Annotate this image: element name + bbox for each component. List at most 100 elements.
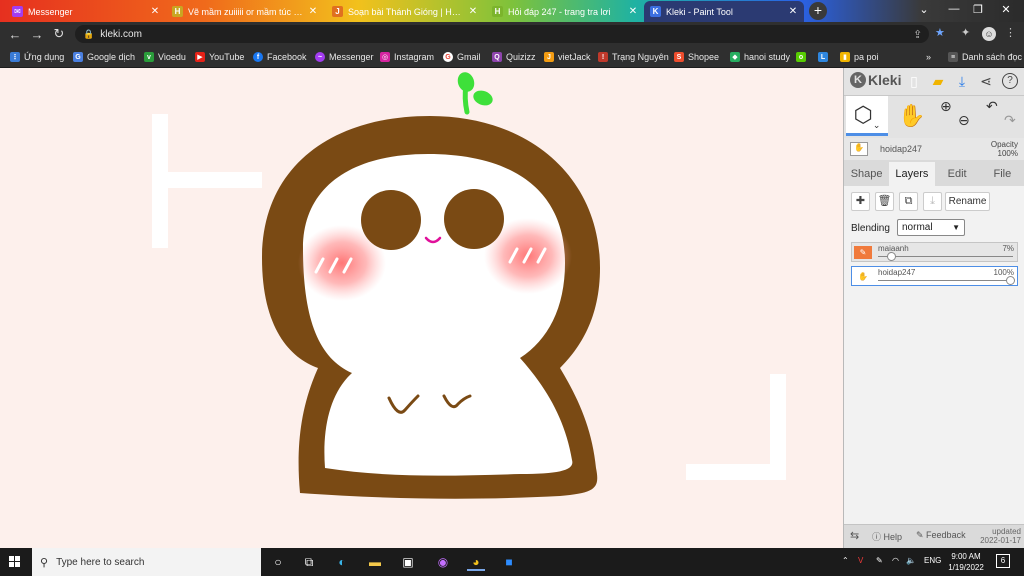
help-link[interactable]: ⓘ Help xyxy=(872,530,902,543)
bookmark-gmail[interactable]: G Gmail xyxy=(443,50,481,64)
redo-icon[interactable]: ↷ xyxy=(1004,112,1016,129)
bookmark-instagram[interactable]: ◎ Instagram xyxy=(380,50,434,64)
vioedu-icon: v xyxy=(144,52,154,62)
menu-icon[interactable]: ⋮ xyxy=(1005,26,1016,39)
taskbar-search-box[interactable]: ⚲ Type here to search xyxy=(32,548,261,576)
zoom-out-icon[interactable]: ⊖ xyxy=(958,112,970,129)
vivaldi-tray-icon[interactable]: V xyxy=(858,556,863,565)
kleki-logo[interactable]: K Kleki xyxy=(850,72,901,88)
chrome-taskbar-icon[interactable]: ◕ xyxy=(467,553,485,571)
bookmark-trang-nguyen[interactable]: ! Trạng Nguyên xyxy=(598,50,669,64)
close-icon[interactable]: ✕ xyxy=(308,6,318,17)
undo-icon[interactable]: ↶ xyxy=(986,98,998,115)
bookmark-pa-poi[interactable]: ▮ pa poi xyxy=(840,50,879,64)
profile-avatar[interactable]: ☺ xyxy=(982,27,996,41)
delete-layer-button[interactable]: 🗑 xyxy=(875,192,894,211)
chevron-down-icon[interactable]: ⌄ xyxy=(914,3,934,16)
back-icon[interactable]: ← xyxy=(4,27,26,42)
tab-soan-bai[interactable]: J Soạn bài Thánh Gióng | Hay nhất ✕ xyxy=(326,1,484,22)
bookmarks-bar: ⋮ Ứng dụng G Google dịch v Vioedu ▶ YouTube … xyxy=(0,46,1024,68)
bookmark-vioedu[interactable]: v Vioedu xyxy=(144,50,186,64)
bookmark-vietjack[interactable]: JvietJack xyxy=(544,50,591,64)
bookmark-duolingo[interactable]: o xyxy=(796,50,810,64)
merge-layer-button[interactable]: ⤓ xyxy=(923,192,942,211)
bookmark-messenger[interactable]: ~ Messenger xyxy=(315,50,374,64)
search-icon: ⚲ xyxy=(40,556,49,569)
lock-icon: 🔒 xyxy=(83,28,95,39)
layer-opacity-slider[interactable] xyxy=(886,252,896,261)
bookmark-hanoi-study[interactable]: ◆ hanoi study xyxy=(730,50,790,64)
download-icon[interactable]: ⤓ xyxy=(954,73,970,89)
tab-title: Hỏi đáp 247 - trang tra lơi xyxy=(508,6,611,17)
close-icon[interactable]: ✕ xyxy=(468,6,478,17)
close-icon[interactable]: ✕ xyxy=(150,6,160,17)
taskbar-clock[interactable]: 9:00 AM 1/19/2022 xyxy=(940,551,992,573)
volume-icon[interactable]: 🔈 xyxy=(906,556,916,565)
reading-list[interactable]: ≡ Danh sách đọc xyxy=(948,50,1022,64)
forward-icon[interactable]: → xyxy=(26,27,48,42)
gmail-icon: G xyxy=(443,52,453,62)
duplicate-layer-button[interactable]: ⧉ xyxy=(899,192,918,211)
restore-button[interactable]: ❐ xyxy=(968,3,988,16)
help-icon[interactable]: ? xyxy=(1002,73,1018,89)
file-explorer-icon[interactable]: ▬ xyxy=(366,553,384,571)
bookmark-facebook[interactable]: f Facebook xyxy=(253,50,307,64)
tab-file[interactable]: File xyxy=(980,162,1024,186)
swap-side-icon[interactable]: ⇆ xyxy=(850,529,859,542)
bookmark-youtube[interactable]: ▶ YouTube xyxy=(195,50,244,64)
bookmarks-more[interactable]: » xyxy=(926,50,931,64)
shape-tool-button[interactable]: ⬡ ⌄ xyxy=(846,96,888,136)
pen-tray-icon[interactable]: ✎ xyxy=(876,556,883,565)
close-icon[interactable]: ✕ xyxy=(788,6,798,17)
chevron-up-icon[interactable]: ⌃ xyxy=(842,556,849,565)
bookmark-l[interactable]: L xyxy=(818,50,832,64)
language-indicator[interactable]: ENG xyxy=(924,556,941,565)
layers-pane: ✚ 🗑 ⧉ ⤓ Rename Blending normal ▼ ✎ maiaa… xyxy=(844,186,1024,548)
layer-item-hoidap247[interactable]: ✋ hoidap247 100% xyxy=(851,266,1018,286)
shopee-icon: S xyxy=(674,52,684,62)
bookmark-apps[interactable]: ⋮ Ứng dụng xyxy=(10,50,64,64)
rename-button[interactable]: Rename xyxy=(945,192,990,211)
address-bar[interactable]: 🔒 kleki.com ⇪ xyxy=(75,25,929,43)
layer-item-maiaanh[interactable]: ✎ maiaanh 7% xyxy=(851,242,1018,262)
browser-toolbar: ← → ↻ 🔒 kleki.com ⇪ xyxy=(0,22,1024,46)
drawing-canvas[interactable] xyxy=(0,68,843,548)
close-icon[interactable]: ✕ xyxy=(628,6,638,17)
bookmark-shopee[interactable]: S Shopee xyxy=(674,50,719,64)
wifi-icon[interactable]: ◠ xyxy=(892,556,899,565)
new-image-icon[interactable]: ▯ xyxy=(906,73,922,89)
extensions-icon[interactable]: ✦ xyxy=(961,26,970,39)
new-tab-button[interactable]: + xyxy=(809,2,827,20)
minimize-button[interactable]: — xyxy=(944,3,964,15)
share-icon[interactable]: ⇪ xyxy=(913,28,922,41)
close-window-button[interactable]: ✕ xyxy=(996,3,1016,16)
cortana-icon[interactable]: ○ xyxy=(269,553,287,571)
tab-kleki[interactable]: K Kleki - Paint Tool ✕ xyxy=(644,1,804,22)
tab-messenger[interactable]: ✉ Messenger ✕ xyxy=(6,1,166,22)
task-view-icon[interactable]: ⧉ xyxy=(300,553,318,571)
bookmark-quizizz[interactable]: Q Quizizz xyxy=(492,50,536,64)
tab-ve-mam[interactable]: H Vẽ mầm zuiiiii or mầm túc mừng ✕ xyxy=(166,1,324,22)
blending-select[interactable]: normal ▼ xyxy=(897,219,965,236)
zoom-app-icon[interactable]: ■ xyxy=(500,553,518,571)
hand-tool-button[interactable]: ✋ xyxy=(894,96,930,136)
zoom-in-icon[interactable]: ⊕ xyxy=(940,98,952,115)
notification-badge[interactable]: 6 xyxy=(996,554,1010,568)
add-layer-button[interactable]: ✚ xyxy=(851,192,870,211)
feedback-link[interactable]: ✎ Feedback xyxy=(916,530,966,541)
messenger-taskbar-icon[interactable]: ◉ xyxy=(434,553,452,571)
store-icon[interactable]: ▣ xyxy=(399,553,417,571)
tab-hoi-dap[interactable]: H Hỏi đáp 247 - trang tra lơi ✕ xyxy=(486,1,644,22)
star-icon[interactable]: ★ xyxy=(935,26,945,39)
reload-icon[interactable]: ↻ xyxy=(48,26,70,42)
tab-edit[interactable]: Edit xyxy=(935,162,980,186)
bookmark-google-dich[interactable]: G Google dịch xyxy=(73,50,135,64)
tool-bar: ⬡ ⌄ ✋ ⊕ ⊖ ↶ ↷ xyxy=(844,96,1024,138)
tab-layers[interactable]: Layers xyxy=(889,162,935,186)
layer-opacity-slider[interactable] xyxy=(1006,276,1015,285)
share-icon[interactable]: ⋖ xyxy=(978,73,994,89)
edge-icon[interactable]: ◐ xyxy=(333,553,351,571)
tab-shape[interactable]: Shape xyxy=(844,162,889,186)
windows-start-icon[interactable] xyxy=(9,556,21,568)
save-image-icon[interactable]: ▰ xyxy=(930,73,946,89)
